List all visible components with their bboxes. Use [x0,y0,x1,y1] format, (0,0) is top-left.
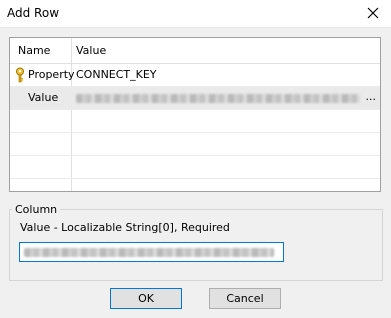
column-group-label: Column [12,203,61,216]
ok-button[interactable]: OK [110,288,182,309]
row-value-property[interactable]: CONNECT_KEY [76,68,157,81]
redacted-value [76,94,360,103]
window-title: Add Row [7,6,60,20]
grid-row-value[interactable]: Value ... [10,87,380,110]
grid-header: Name Value [10,38,380,64]
row-name-property: Property [28,68,75,81]
cancel-button[interactable]: Cancel [209,288,281,309]
title-bar: Add Row [0,0,391,28]
value-ellipsis: ... [365,90,377,103]
key-icon [14,67,26,83]
redacted-input-text [24,248,274,257]
close-icon[interactable] [365,5,381,21]
row-name-value: Value [28,91,59,104]
column-header-name[interactable]: Name [18,44,50,57]
column-value-input[interactable] [19,242,284,262]
column-description: Value - Localizable String[0], Required [20,221,230,234]
empty-row [10,110,380,133]
grid-row-property[interactable]: Property CONNECT_KEY [10,64,380,87]
empty-row [10,156,380,179]
empty-row [10,133,380,156]
properties-grid: Name Value Property CONNECT_KEY Value ..… [9,37,381,192]
column-header-value[interactable]: Value [76,44,106,57]
